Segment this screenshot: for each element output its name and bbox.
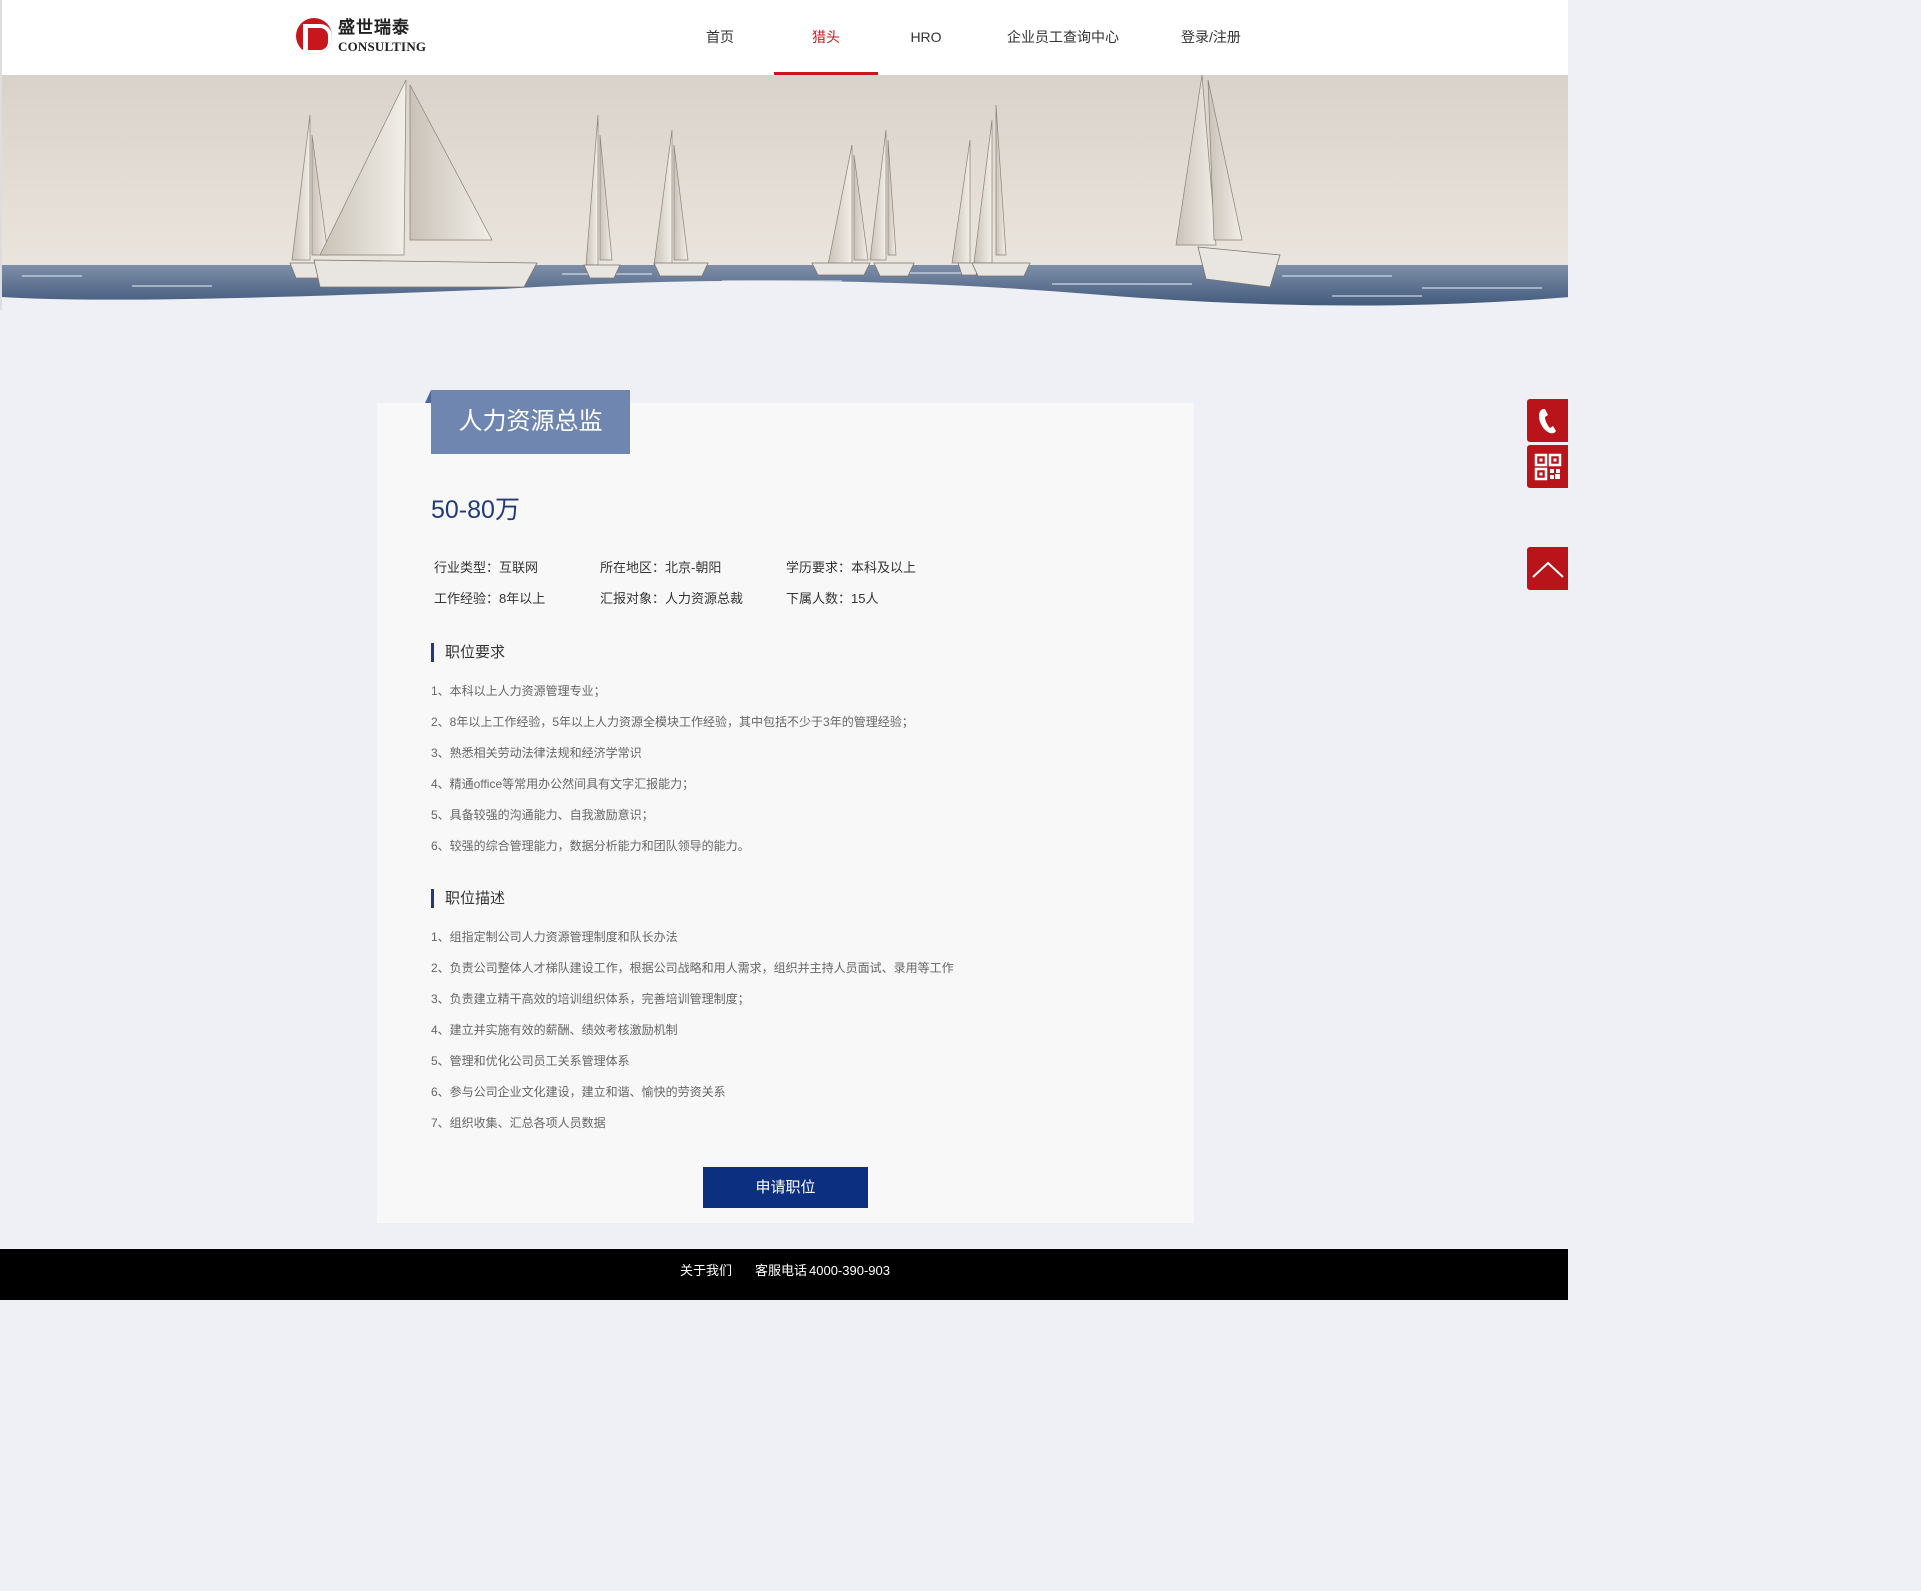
nav-home[interactable]: 首页 [694, 0, 746, 75]
logo-text: 盛世瑞泰 CONSULTING [338, 17, 427, 54]
logo-mark-icon [296, 18, 332, 54]
description-item: 3、负责建立精干高效的培训组织体系，完善培训管理制度； [431, 992, 750, 1006]
hero-banner [0, 75, 1568, 310]
info-experience: 工作经验：8年以上 [434, 591, 546, 606]
back-to-top-button[interactable] [1527, 547, 1568, 590]
description-item: 7、组织收集、汇总各项人员数据 [431, 1116, 606, 1130]
site-footer: 关于我们 客服电话 4000-390-903 [0, 1249, 1568, 1300]
qr-code-button[interactable] [1527, 445, 1568, 488]
description-item: 2、负责公司整体人才梯队建设工作，根据公司战略和用人需求，组织并主持人员面试、录… [431, 961, 954, 975]
info-report-to: 汇报对象：人力资源总裁 [600, 591, 744, 606]
job-title: 人力资源总监 [425, 390, 630, 454]
requirement-item: 6、较强的综合管理能力，数据分析能力和团队领导的能力。 [431, 839, 750, 853]
nav-login-register[interactable]: 登录/注册 [1172, 0, 1250, 75]
requirement-item: 2、8年以上工作经验，5年以上人力资源全模块工作经验，其中包括不少于3年的管理经… [431, 715, 914, 729]
job-salary: 50-80万 [431, 496, 520, 524]
brand-logo[interactable]: 盛世瑞泰 CONSULTING [296, 18, 426, 54]
description-item: 5、管理和优化公司员工关系管理体系 [431, 1054, 630, 1068]
requirement-item: 1、本科以上人力资源管理专业； [431, 684, 606, 698]
requirement-item: 5、具备较强的沟通能力、自我激励意识； [431, 808, 654, 822]
apply-job-button[interactable]: 申请职位 [703, 1167, 868, 1208]
info-subordinates: 下属人数：15人 [786, 591, 879, 606]
requirement-item: 4、精通office等常用办公然间具有文字汇报能力； [431, 777, 695, 791]
phone-button[interactable] [1527, 399, 1568, 442]
nav-hro[interactable]: HRO [898, 0, 954, 75]
nav-employee-query[interactable]: 企业员工查询中心 [1002, 0, 1124, 75]
qr-code-icon [1534, 453, 1561, 480]
requirement-item: 3、熟悉相关劳动法律法规和经济学常识 [431, 746, 642, 760]
description-item: 6、参与公司企业文化建设，建立和谐、愉快的劳资关系 [431, 1085, 726, 1099]
description-item: 4、建立并实施有效的薪酬、绩效考核激励机制 [431, 1023, 678, 1037]
nav-headhunting[interactable]: 猎头 [774, 0, 878, 75]
sailboats-banner-image [2, 75, 1568, 310]
phone-icon [1538, 408, 1556, 433]
footer-phone-number: 4000-390-903 [809, 1263, 890, 1278]
site-header: 盛世瑞泰 CONSULTING 首页 猎头 HRO 企业员工查询中心 登录/注册 [0, 0, 1568, 75]
info-location: 所在地区：北京-朝阳 [600, 560, 722, 575]
footer-about-link[interactable]: 关于我们 [680, 1249, 732, 1293]
brand-name-en: CONSULTING [338, 38, 427, 54]
footer-phone-label: 客服电话 [755, 1263, 808, 1278]
description-item: 1、组指定制公司人力资源管理制度和队长办法 [431, 930, 678, 944]
description-heading: 职位描述 [431, 889, 505, 908]
info-industry: 行业类型：互联网 [434, 560, 539, 575]
brand-name-cn: 盛世瑞泰 [338, 17, 410, 38]
info-education: 学历要求：本科及以上 [786, 560, 917, 575]
back-to-top-icon [1531, 561, 1564, 578]
requirements-heading: 职位要求 [431, 643, 505, 662]
